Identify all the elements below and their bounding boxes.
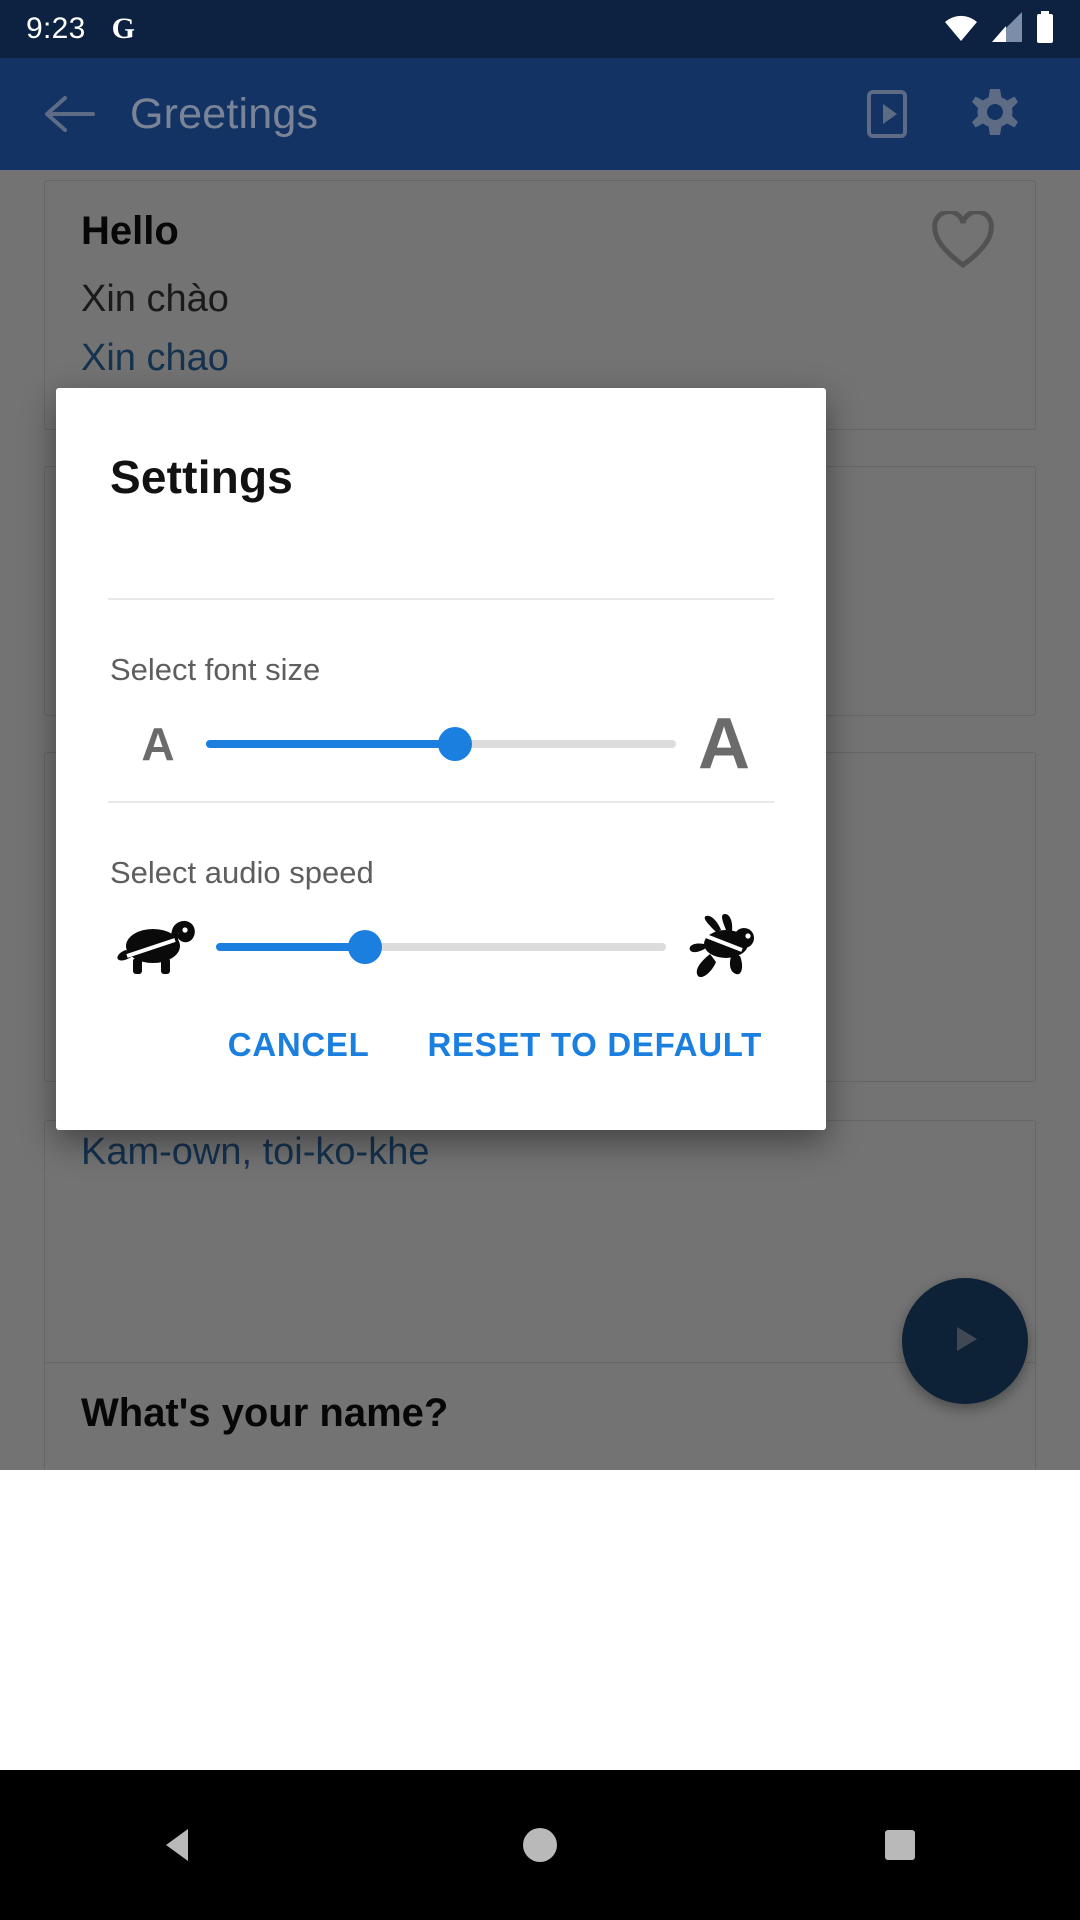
dialog-title: Settings [110,451,294,503]
back-arrow-icon[interactable] [30,75,108,153]
font-size-label: Select font size [110,651,321,687]
cellular-signal-icon [990,11,1024,47]
slider-fill [216,943,365,952]
slider-thumb[interactable] [347,930,382,965]
phone-screen: 9:23 G Greetings Settings Select font si… [0,0,1080,1920]
audio-speed-slider[interactable] [216,917,666,977]
app-bar-actions [854,81,1050,147]
cancel-button[interactable]: CANCEL [206,1004,392,1086]
slider-thumb[interactable] [438,727,473,762]
nav-recents-square-icon[interactable] [840,1785,960,1905]
font-size-max-icon: A [676,703,772,785]
reset-to-default-button[interactable]: RESET TO DEFAULT [406,1004,785,1086]
large-a-glyph: A [698,704,750,785]
google-glyph-icon: G [111,12,135,45]
audio-speed-label: Select audio speed [110,854,374,890]
app-bar: Greetings [0,58,1080,170]
rabbit-icon [666,914,786,980]
system-nav-bar [0,1770,1080,1920]
status-indicators [944,10,1054,48]
gear-icon[interactable] [962,81,1028,147]
slider-fill [206,740,456,749]
status-bar: 9:23 G [0,0,1080,58]
page-title: Greetings [130,89,319,138]
font-size-min-icon: A [110,717,206,771]
nav-home-circle-icon[interactable] [480,1785,600,1905]
turtle-icon [96,916,216,978]
wifi-icon [944,13,978,46]
settings-dialog: Settings Select font size A A Select aud… [56,388,826,1130]
battery-icon [1036,10,1054,48]
play-in-box-icon[interactable] [854,81,920,147]
font-size-slider[interactable] [206,714,676,774]
dialog-actions: CANCEL RESET TO DEFAULT [56,1004,826,1130]
small-a-glyph: A [141,718,175,771]
nav-back-triangle-icon[interactable] [120,1785,240,1905]
status-clock: 9:23 [26,12,86,45]
font-size-slider-row: A A [56,688,826,801]
audio-speed-slider-row [56,891,826,1004]
